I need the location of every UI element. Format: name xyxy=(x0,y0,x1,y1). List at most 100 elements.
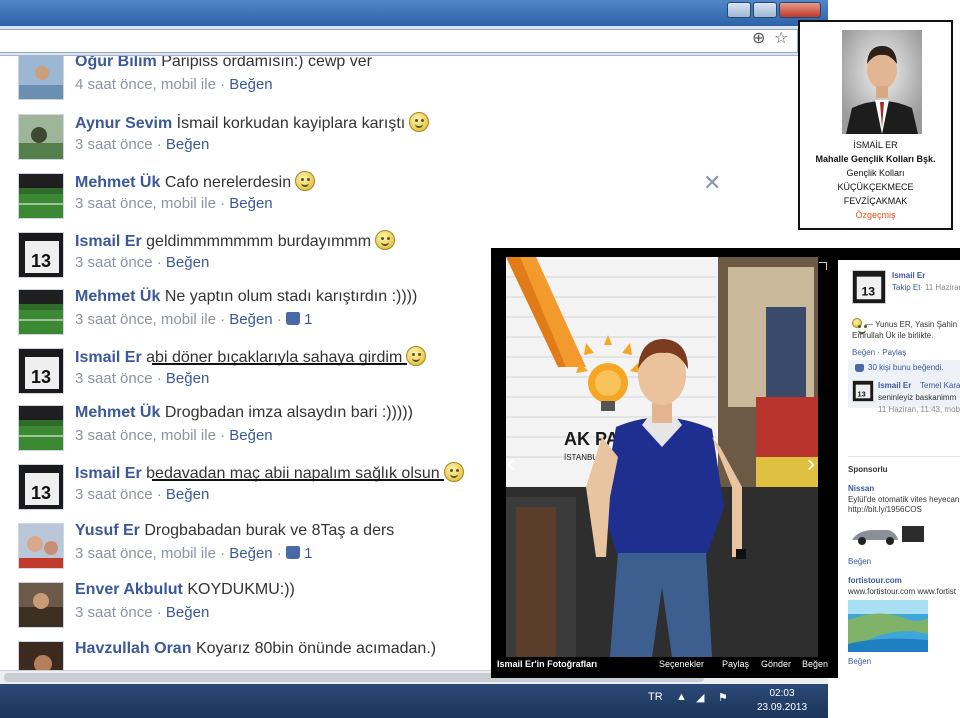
like-count[interactable]: 30 kişi bunu beğendi. xyxy=(868,363,944,373)
comment-mention[interactable]: Temel Karade xyxy=(920,381,960,391)
commenter-name[interactable]: Enver Akbulut xyxy=(75,581,183,598)
send-link[interactable]: Gönder xyxy=(761,659,791,669)
comment-meta: 3 saat önce, mobil ile · Beğen · 1 xyxy=(75,311,313,329)
ad-image-nissan[interactable] xyxy=(848,518,928,548)
commenter-avatar[interactable] xyxy=(18,289,64,335)
language-indicator[interactable]: TR xyxy=(648,691,663,703)
commenter-name[interactable]: Mehmet Ük xyxy=(75,174,160,191)
like-link[interactable]: Beğen xyxy=(166,604,209,621)
commenter-avatar[interactable] xyxy=(18,582,64,628)
follow-link[interactable]: Takip Et xyxy=(892,283,920,293)
profile-title: Mahalle Gençlik Kolları Bşk. xyxy=(815,154,936,164)
commenter-avatar[interactable]: 13 xyxy=(18,348,64,394)
like-link[interactable]: Beğen xyxy=(166,254,209,271)
commenter-name[interactable]: Ismail Er xyxy=(75,233,142,250)
clock-time: 02:03 xyxy=(769,688,795,699)
comment-line: Mehmet Ük Ne yaptın olum stadı karıştırd… xyxy=(75,287,417,307)
comment-line: Mehmet Ük Cafo nerelerdesin xyxy=(75,171,316,193)
caption-text-1: — Yunus ER, Yasin Şahin xyxy=(865,320,958,329)
profile-photo xyxy=(842,30,922,134)
like-link[interactable]: Beğen xyxy=(229,311,272,328)
photo-album-link[interactable]: Ismail Er'in Fotoğrafları xyxy=(497,659,597,669)
commenter-name[interactable]: Havzullah Oran xyxy=(75,640,191,657)
comment-line: Mehmet Ük Drogbadan imza alsaydın bari :… xyxy=(75,403,413,423)
commenter-avatar[interactable] xyxy=(18,405,64,451)
like-link[interactable]: Beğen xyxy=(166,486,209,503)
comment-line: Oğur Bilim Paripiss ordamısın:) cewp ver xyxy=(75,56,372,72)
commenter-name[interactable]: Ismail Er xyxy=(75,349,142,366)
previous-photo-arrow[interactable]: ‹ xyxy=(507,450,515,478)
windows-taskbar: TR ▲ ◢ ⚑ 02:03 23.09.2013 xyxy=(0,684,828,718)
svg-text:13: 13 xyxy=(858,389,866,398)
ad-url-nissan[interactable]: http://bit.ly/1956COS xyxy=(848,505,922,515)
smiley-icon xyxy=(375,230,396,250)
like-count[interactable]: 1 xyxy=(304,311,312,328)
photo[interactable]: AK PARTİ İSTANBUL İL BAŞK xyxy=(506,257,818,657)
share-link[interactable]: Paylaş xyxy=(722,659,749,669)
ad-image-fortistour[interactable] xyxy=(848,600,928,652)
comment-line: Enver Akbulut KOYDUKMU:)) xyxy=(75,580,295,600)
ad-title-nissan[interactable]: Nissan xyxy=(848,484,874,494)
like-link[interactable]: Beğen xyxy=(229,427,272,444)
like-link[interactable]: Beğen xyxy=(229,545,272,562)
commenter-name[interactable]: Mehmet Ük xyxy=(75,404,160,421)
commenter-name[interactable]: Aynur Sevim xyxy=(75,115,172,132)
comment-text: seninleyiz baskanimm xyxy=(878,393,957,402)
comment-meta: 3 saat önce, mobil ile · Beğen xyxy=(75,427,273,445)
screenshot: ⊕ ☆ Oğur Bilim Paripiss ordamısın:) cewp… xyxy=(0,0,960,718)
commenter-name[interactable]: Yusuf Er xyxy=(75,522,140,539)
like-link[interactable]: Beğen xyxy=(802,659,828,669)
comment-time: 11 Haziran, 11:43, mobil xyxy=(878,405,960,414)
commenter-avatar[interactable] xyxy=(18,114,64,160)
taskbar-clock[interactable]: 02:03 23.09.2013 xyxy=(752,687,812,715)
network-icon[interactable]: ◢ xyxy=(696,691,704,704)
meta-separator: · xyxy=(152,486,166,503)
close-window-button[interactable] xyxy=(779,2,821,18)
author-name[interactable]: Ismail Er xyxy=(892,271,925,281)
commenter-avatar[interactable] xyxy=(18,641,64,670)
commenter-avatar[interactable]: 13 xyxy=(18,232,64,278)
zoom-icon[interactable]: ⊕ xyxy=(752,28,765,47)
commenter-avatar[interactable]: 13 xyxy=(852,380,874,402)
photo-viewer: AK PARTİ İSTANBUL İL BAŞK ‹ › Ismail E xyxy=(491,248,960,678)
ad-title-fortistour[interactable]: fortistour.com xyxy=(848,576,902,586)
ad-text-fortistour[interactable]: www.fortistour.com www.fortist xyxy=(848,587,956,597)
cv-link[interactable]: Özgeçmiş xyxy=(800,210,951,221)
options-link[interactable]: Seçenekler xyxy=(659,659,704,669)
tray-expand-icon[interactable]: ▲ xyxy=(676,691,687,703)
comment-time: 4 saat önce, mobil ile xyxy=(75,76,216,93)
like-link[interactable]: Beğen xyxy=(229,195,272,212)
commenter-avatar[interactable] xyxy=(18,56,64,100)
separator xyxy=(848,456,960,457)
commenter-avatar[interactable] xyxy=(18,173,64,219)
commenter-name[interactable]: Ismail Er xyxy=(878,381,911,391)
commenter-avatar[interactable]: 13 xyxy=(18,464,64,510)
comment-time: 3 saat önce, mobil ile xyxy=(75,545,216,562)
star-icon[interactable]: ☆ xyxy=(774,28,788,47)
commenter-name[interactable]: Mehmet Ük xyxy=(75,288,160,305)
close-icon[interactable]: ✕ xyxy=(703,171,721,196)
next-photo-arrow[interactable]: › xyxy=(807,450,815,478)
comment-item: Aynur Sevim İsmail korkudan kayiplara ka… xyxy=(0,112,741,170)
comment-time: 3 saat önce, mobil ile xyxy=(75,195,216,212)
like-count[interactable]: 1 xyxy=(304,545,312,562)
url-input[interactable] xyxy=(0,29,798,53)
comment-meta: 3 saat önce · Beğen xyxy=(75,604,209,622)
svg-text:13: 13 xyxy=(861,284,875,298)
like-link[interactable]: Beğen xyxy=(166,370,209,387)
comment-text: Drogbabadan burak ve 8Taş a ders xyxy=(144,522,395,539)
author-avatar[interactable]: 13 xyxy=(852,270,886,304)
commenter-name[interactable]: Oğur Bilim xyxy=(75,56,157,70)
ad-like-nissan[interactable]: Beğen xyxy=(848,557,871,567)
expand-icon[interactable] xyxy=(819,262,827,270)
commenter-avatar[interactable] xyxy=(18,523,64,569)
like-link[interactable]: Beğen xyxy=(166,136,209,153)
commenter-name[interactable]: Ismail Er xyxy=(75,465,142,482)
post-actions[interactable]: Beğen · Paylaş xyxy=(852,348,906,358)
minimize-button[interactable] xyxy=(727,2,751,18)
like-link[interactable]: Beğen xyxy=(229,76,272,93)
ad-like-fortistour[interactable]: Beğen xyxy=(848,657,871,667)
flag-icon[interactable]: ⚑ xyxy=(718,691,728,704)
maximize-button[interactable] xyxy=(753,2,777,18)
comment-text: geldimmmmmmm burdayımmm xyxy=(146,233,372,250)
